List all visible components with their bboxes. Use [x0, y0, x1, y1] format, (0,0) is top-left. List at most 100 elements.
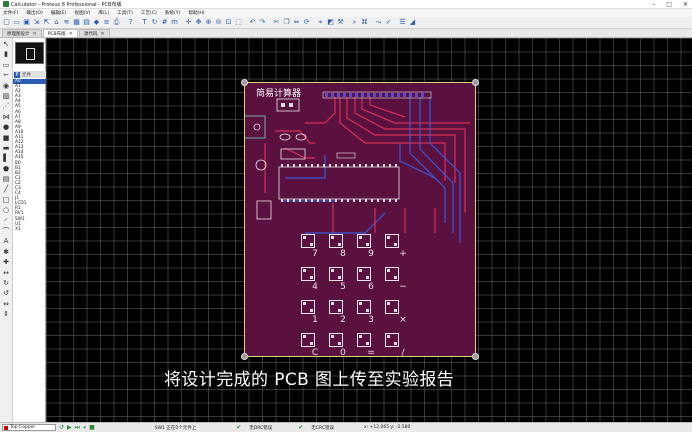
menu-item-2[interactable]: 编辑(E) — [51, 10, 67, 16]
ratsnest-icon[interactable]: ⋰ — [2, 102, 11, 111]
redraw-icon[interactable]: ↻ — [150, 18, 159, 27]
key-switch-A1[interactable] — [329, 234, 343, 248]
export-icon[interactable]: ⇱ — [42, 18, 51, 27]
bom-icon[interactable]: ≡ — [102, 18, 111, 27]
pick-icon[interactable]: ⌖ — [316, 18, 325, 27]
key-switch-A2[interactable] — [357, 234, 371, 248]
menu-item-7[interactable]: 系统(Y) — [165, 10, 181, 16]
cut-icon[interactable]: ✂ — [272, 18, 281, 27]
close-button[interactable]: ✕ — [683, 1, 688, 8]
edge-pad-icon[interactable]: ▌ — [2, 154, 11, 163]
tag-icon[interactable]: ⌘ — [360, 18, 369, 27]
pause-icon[interactable]: ⏸ — [83, 424, 86, 432]
key-switch-A4[interactable] — [301, 267, 315, 281]
undo-icon[interactable]: ↶ — [248, 18, 257, 27]
mils-icon[interactable]: m — [170, 18, 179, 27]
copy-icon[interactable]: ❐ — [282, 18, 291, 27]
origin-icon[interactable]: ✛ — [184, 18, 193, 27]
key-switch-A13[interactable] — [329, 333, 343, 347]
key-switch-A7[interactable] — [385, 267, 399, 281]
play-icon[interactable]: ▶ — [67, 424, 72, 431]
dimension-icon[interactable]: ↔ — [2, 269, 11, 278]
key-switch-A11[interactable] — [385, 300, 399, 314]
marker-icon[interactable]: ✚ — [2, 258, 11, 267]
tab-2[interactable]: 源代码 ✕ — [78, 29, 110, 37]
pcb-icon[interactable]: ▦ — [72, 18, 81, 27]
minimize-button[interactable]: – — [652, 1, 655, 8]
design-icon[interactable]: ◩ — [326, 18, 335, 27]
rotate-ccw-icon[interactable]: ↺ — [2, 289, 11, 298]
package-icon[interactable]: ▭ — [2, 61, 11, 70]
via-icon[interactable]: ◉ — [2, 82, 11, 91]
tab-close-icon[interactable]: ✕ — [33, 31, 37, 37]
tab-0[interactable]: 原理图设计 ✕ — [2, 29, 42, 37]
key-switch-A9[interactable] — [329, 300, 343, 314]
rotate-cw-icon[interactable]: ↻ — [2, 279, 11, 288]
track-icon[interactable]: ⌐ — [2, 71, 11, 80]
stop-icon[interactable]: ■ — [89, 424, 95, 431]
zone-icon[interactable]: ▨ — [2, 92, 11, 101]
key-switch-A15[interactable] — [385, 333, 399, 347]
move-icon[interactable]: ⇔ — [292, 18, 301, 27]
grid-icon[interactable]: # — [160, 18, 169, 27]
help-icon[interactable]: ? — [126, 18, 135, 27]
tab-close-icon[interactable]: ✕ — [69, 31, 73, 37]
key-switch-A0[interactable] — [301, 234, 315, 248]
component-list-item[interactable]: X1 — [13, 227, 46, 232]
menu-item-3[interactable]: 视图(V) — [75, 10, 91, 16]
import-icon[interactable]: ⇲ — [32, 18, 41, 27]
pcb-board[interactable]: 简易计算器 7 8 9 + 4 5 6 − 1 2 3 × C 0 = / — [241, 79, 479, 360]
mirror-y-icon[interactable]: ⇕ — [2, 310, 11, 319]
autoroute-icon[interactable]: ⤳ — [374, 18, 383, 27]
select-arrow-icon[interactable]: ↖ — [2, 40, 11, 49]
circle-icon[interactable]: ○ — [2, 206, 11, 215]
menu-item-1[interactable]: 输出(O) — [26, 10, 42, 16]
key-switch-A5[interactable] — [329, 267, 343, 281]
pick-parts-button[interactable]: P — [14, 71, 20, 78]
zoom-in-icon[interactable]: ⊕ — [204, 18, 213, 27]
key-switch-A14[interactable] — [357, 333, 371, 347]
menu-item-5[interactable]: 工具(T) — [117, 10, 133, 16]
arc-icon[interactable]: ◜ — [2, 217, 11, 226]
text-icon[interactable]: T — [140, 18, 149, 27]
save-icon[interactable]: ▣ — [22, 18, 31, 27]
schematic-icon[interactable]: ≋ — [62, 18, 71, 27]
path-icon[interactable]: ⌒ — [2, 227, 11, 236]
menu-item-8[interactable]: 帮助(H) — [188, 10, 204, 16]
key-switch-A6[interactable] — [357, 267, 371, 281]
menu-item-6[interactable]: 工艺(C) — [141, 10, 157, 16]
home-icon[interactable]: ⌂ — [52, 18, 61, 27]
layer-selector[interactable]: Top Copper — [2, 424, 56, 431]
text-tool-icon[interactable]: A — [2, 237, 11, 246]
graph-icon[interactable]: ◢ — [408, 18, 417, 27]
route-icon[interactable]: ↺ — [59, 424, 64, 431]
step-icon[interactable]: ⏭ — [75, 424, 80, 432]
print-icon[interactable]: ⎙ — [112, 18, 121, 27]
component-icon[interactable]: ▮ — [2, 50, 11, 59]
new-file-icon[interactable]: ▢ — [2, 18, 11, 27]
key-switch-A10[interactable] — [357, 300, 371, 314]
round-pad-icon[interactable]: ● — [2, 123, 11, 132]
drc-icon[interactable]: ✓ — [384, 18, 393, 27]
symbol-icon[interactable]: ✱ — [2, 248, 11, 257]
menu-item-0[interactable]: 文件(F) — [3, 10, 18, 16]
box-icon[interactable]: □ — [2, 196, 11, 205]
mirror-x-icon[interactable]: ⇔ — [2, 300, 11, 309]
zoom-all-icon[interactable]: ⊡ — [224, 18, 233, 27]
line-icon[interactable]: ╱ — [2, 185, 11, 194]
pad-stack-icon[interactable]: ▤ — [2, 175, 11, 184]
find-icon[interactable]: ⌕ — [350, 18, 359, 27]
pan-icon[interactable]: ✥ — [194, 18, 203, 27]
zoom-area-icon[interactable]: ⬚ — [234, 18, 243, 27]
layers-icon[interactable]: ☰ — [398, 18, 407, 27]
polygon-pad-icon[interactable]: ⬟ — [2, 165, 11, 174]
tab-close-icon[interactable]: ✕ — [100, 31, 104, 37]
maximize-button[interactable]: □ — [666, 1, 672, 8]
open-folder-icon[interactable]: ▭ — [12, 18, 21, 27]
tab-1[interactable]: PCB布版 ✕ — [42, 29, 78, 37]
gallery-icon[interactable]: ▤ — [82, 18, 91, 27]
key-switch-A12[interactable] — [301, 333, 315, 347]
menu-item-4[interactable]: 库(L) — [98, 10, 109, 16]
zoom-out-icon[interactable]: ⊖ — [214, 18, 223, 27]
3d-icon[interactable]: ◆ — [92, 18, 101, 27]
